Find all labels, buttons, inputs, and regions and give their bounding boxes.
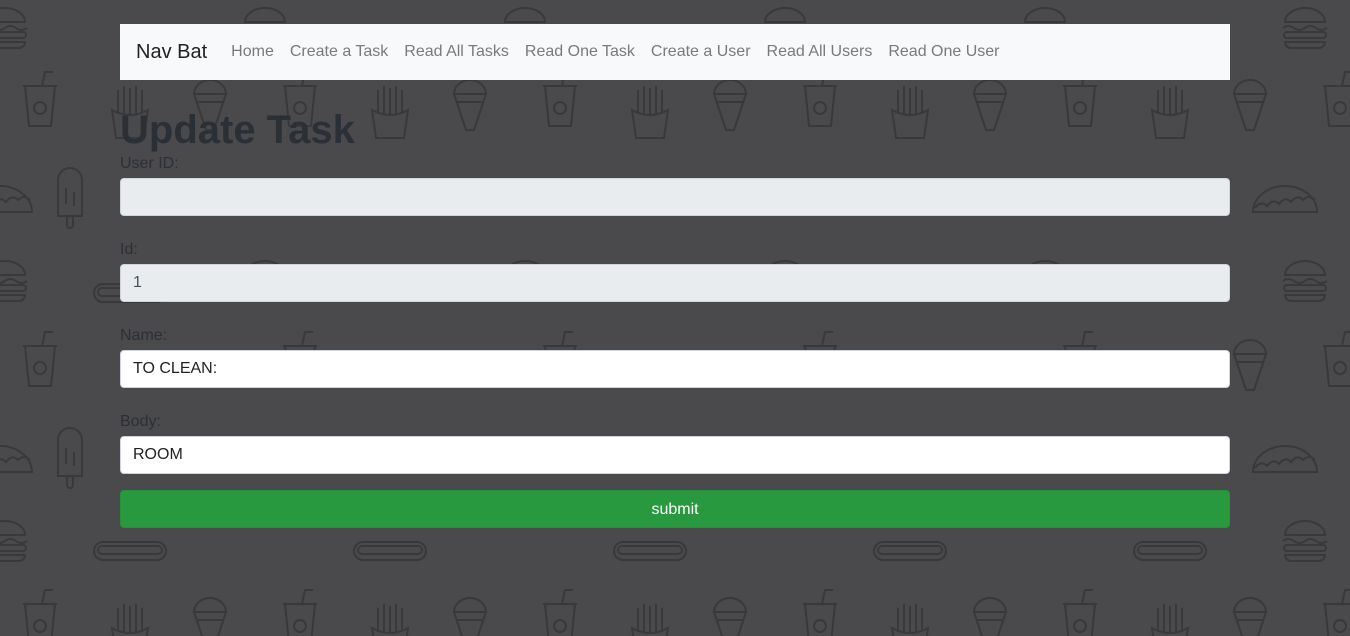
update-task-form: User ID: Id: Name: Body: submit bbox=[120, 154, 1230, 528]
nav-link-create-task[interactable]: Create a Task bbox=[282, 43, 396, 61]
nav-link-read-all-users[interactable]: Read All Users bbox=[759, 43, 881, 61]
id-field[interactable] bbox=[120, 264, 1230, 302]
nav-link-read-one-user[interactable]: Read One User bbox=[880, 43, 1007, 61]
user-id-field[interactable] bbox=[120, 178, 1230, 216]
name-label: Name: bbox=[120, 327, 168, 344]
main-container: Nav Bat Home Create a Task Read All Task… bbox=[120, 24, 1230, 528]
body-label: Body: bbox=[120, 413, 161, 430]
nav-link-create-user[interactable]: Create a User bbox=[643, 43, 759, 61]
page-title: Update Task bbox=[120, 108, 355, 152]
submit-button[interactable]: submit bbox=[120, 490, 1230, 528]
navbar-brand[interactable]: Nav Bat bbox=[136, 41, 207, 64]
navbar: Nav Bat Home Create a Task Read All Task… bbox=[120, 24, 1230, 80]
id-label: Id: bbox=[120, 241, 138, 258]
nav-link-read-one-task[interactable]: Read One Task bbox=[517, 43, 643, 61]
nav-link-home[interactable]: Home bbox=[223, 43, 282, 61]
name-field[interactable] bbox=[120, 350, 1230, 388]
body-field[interactable] bbox=[120, 436, 1230, 474]
user-id-label: User ID: bbox=[120, 155, 179, 172]
nav-link-read-all-tasks[interactable]: Read All Tasks bbox=[396, 43, 517, 61]
